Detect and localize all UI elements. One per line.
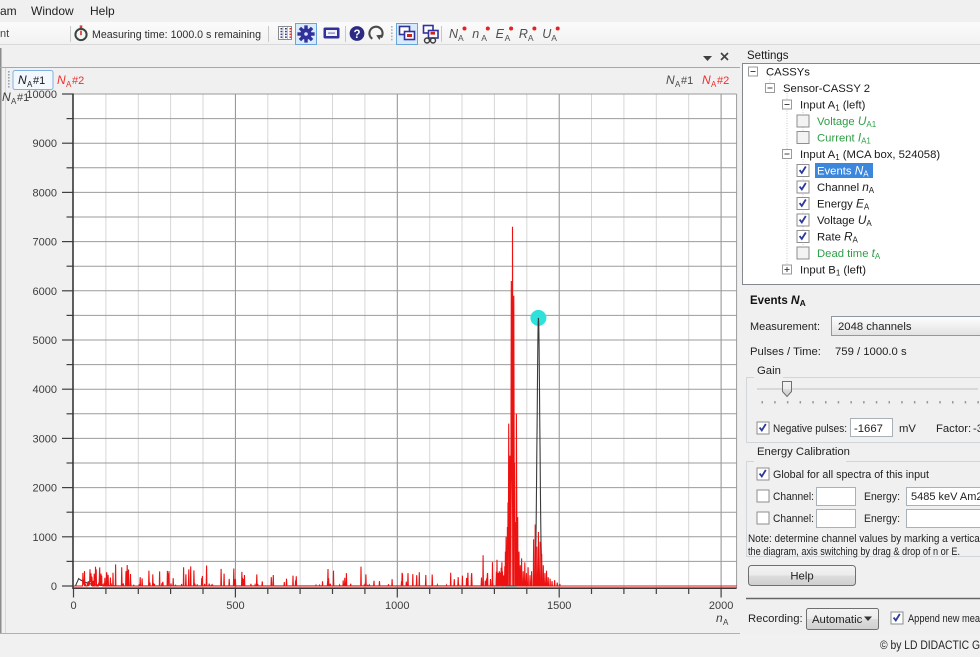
svg-text:0: 0 (51, 581, 57, 593)
svg-text:Rate RA: Rate RA (817, 230, 859, 245)
svg-text:Note: determine channel values: Note: determine channel values by markin… (748, 533, 980, 545)
svg-text:8000: 8000 (33, 187, 57, 199)
svg-text:Input B1 (left): Input B1 (left) (800, 265, 866, 278)
svg-text:Negative pulses:: Negative pulses: (773, 423, 847, 435)
svg-text:Energy EA: Energy EA (817, 197, 870, 212)
svg-text:Automatic: Automatic (812, 614, 863, 626)
svg-text:2048 channels: 2048 channels (838, 321, 912, 333)
svg-text:3000: 3000 (33, 433, 57, 445)
svg-text:mV: mV (899, 423, 916, 435)
svg-text:Dead time tA: Dead time tA (817, 246, 881, 261)
svg-text:Measurement:: Measurement: (750, 321, 820, 333)
svg-text:759 / 1000.0 s: 759 / 1000.0 s (835, 346, 907, 358)
svg-text:Voltage UA: Voltage UA (817, 213, 872, 228)
svg-text:Channel nA: Channel nA (817, 180, 875, 195)
svg-text:Channel:: Channel: (773, 491, 814, 503)
svg-text:500: 500 (226, 600, 244, 612)
svg-text:Settings: Settings (747, 50, 789, 62)
svg-text:5000: 5000 (33, 335, 57, 347)
svg-text:N: N (666, 73, 675, 87)
svg-text:Channel:: Channel: (773, 513, 814, 525)
svg-text:n: n (716, 611, 723, 625)
svg-text:N: N (702, 73, 711, 87)
svg-text:N: N (18, 73, 27, 87)
svg-text:2000: 2000 (33, 483, 57, 495)
svg-text:Input A1 (left): Input A1 (left) (800, 100, 866, 113)
svg-text:1000: 1000 (33, 532, 57, 544)
svg-text:Energy:: Energy: (864, 513, 900, 525)
svg-text:10000: 10000 (26, 89, 57, 101)
svg-text:N: N (57, 73, 66, 87)
svg-text:Append new mea: Append new mea (908, 613, 980, 625)
svg-text:#1: #1 (681, 75, 693, 87)
svg-text:Gain: Gain (757, 365, 781, 377)
svg-text:9000: 9000 (33, 138, 57, 150)
svg-text:Energy:: Energy: (864, 491, 900, 503)
svg-text:N: N (2, 90, 11, 104)
svg-text:Sensor-CASSY 2: Sensor-CASSY 2 (783, 83, 870, 95)
svg-text:4000: 4000 (33, 384, 57, 396)
svg-text:-1667: -1667 (854, 423, 883, 435)
svg-text:Events NA: Events NA (750, 293, 806, 308)
svg-text:#1: #1 (17, 92, 29, 104)
svg-text:Events NA: Events NA (817, 164, 869, 179)
svg-text:-3: -3 (973, 423, 980, 435)
svg-text:6000: 6000 (33, 286, 57, 298)
svg-text:1500: 1500 (547, 600, 571, 612)
svg-text:Pulses / Time:: Pulses / Time: (750, 346, 821, 358)
svg-text:5485 keV Am241: 5485 keV Am241 (911, 491, 980, 503)
svg-text:© by LD DIDACTIC G: © by LD DIDACTIC G (880, 640, 980, 652)
svg-text:1000: 1000 (385, 600, 409, 612)
svg-text:A: A (723, 618, 729, 627)
svg-text:7000: 7000 (33, 237, 57, 249)
svg-text:#2: #2 (717, 75, 729, 87)
svg-text:Input A1 (MCA box, 524058): Input A1 (MCA box, 524058) (800, 149, 940, 162)
svg-text:Factor:: Factor: (936, 423, 971, 435)
svg-text:CASSYs: CASSYs (766, 67, 810, 79)
svg-text:Global for all spectra of this: Global for all spectra of this input (773, 469, 930, 481)
svg-text:the diagram, axis switching by: the diagram, axis switching by drag & dr… (748, 546, 960, 558)
svg-text:Energy Calibration: Energy Calibration (757, 446, 850, 458)
svg-text:#1: #1 (33, 75, 45, 87)
svg-text:Recording:: Recording: (748, 613, 803, 625)
svg-text:#2: #2 (72, 75, 84, 87)
svg-text:0: 0 (70, 600, 76, 612)
svg-text:Help: Help (790, 571, 813, 583)
